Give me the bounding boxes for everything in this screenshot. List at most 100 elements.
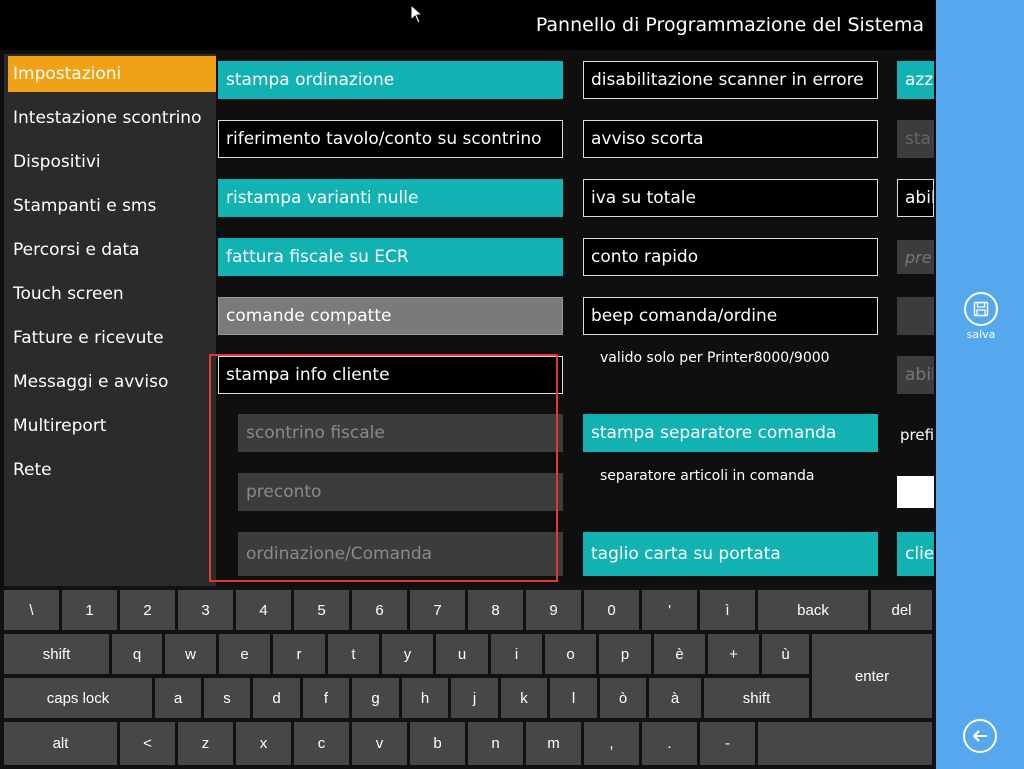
key-o[interactable]: o (545, 634, 596, 674)
key-w[interactable]: w (165, 634, 216, 674)
key-back[interactable]: back (758, 590, 868, 630)
sidebar-item-intestazione-scontrino[interactable]: Intestazione scontrino (8, 100, 216, 136)
key-d[interactable]: d (253, 678, 300, 718)
key-i[interactable]: i (491, 634, 542, 674)
key-r[interactable]: r (273, 634, 325, 674)
sidebar-item-percorsi-e-data[interactable]: Percorsi e data (8, 232, 216, 268)
key-k[interactable]: k (501, 678, 547, 718)
beep-note: valido solo per Printer8000/9000 (600, 350, 830, 366)
key-v[interactable]: v (352, 722, 407, 765)
toggle-col3-row5[interactable] (897, 297, 934, 335)
highlight-frame (209, 354, 558, 582)
key-apostrophe[interactable]: ' (642, 590, 697, 630)
key-6[interactable]: 6 (352, 590, 407, 630)
on-screen-keyboard: \ 1 2 3 4 5 6 7 8 9 0 ' ì back del shift… (0, 586, 936, 769)
key-period[interactable]: . (642, 722, 697, 765)
sidebar-item-stampanti-e-sms[interactable]: Stampanti e sms (8, 188, 216, 224)
key-e-grave[interactable]: è (654, 634, 705, 674)
key-5[interactable]: 5 (294, 590, 349, 630)
separatore-note: separatore articoli in comanda (600, 468, 815, 484)
key-u-grave[interactable]: ù (762, 634, 809, 674)
key-z[interactable]: z (178, 722, 233, 765)
toggle-iva-su-totale[interactable]: iva su totale (583, 179, 878, 217)
page-title: Pannello di Programmazione del Sistema (535, 14, 924, 36)
key-o-grave[interactable]: ò (600, 678, 646, 718)
key-c[interactable]: c (294, 722, 349, 765)
sidebar-item-multireport[interactable]: Multireport (8, 408, 216, 444)
input-col3-row8[interactable] (897, 476, 934, 508)
key-y[interactable]: y (382, 634, 433, 674)
key-space[interactable] (758, 722, 932, 765)
toggle-beep-comanda[interactable]: beep comanda/ordine (583, 297, 878, 335)
key-t[interactable]: t (328, 634, 379, 674)
key-2[interactable]: 2 (120, 590, 175, 630)
right-action-bar (936, 0, 1024, 769)
key-m[interactable]: m (526, 722, 581, 765)
key-7[interactable]: 7 (410, 590, 465, 630)
mouse-pointer-icon (410, 4, 424, 24)
app-window: Pannello di Programmazione del Sistema s… (0, 0, 1024, 769)
key-0[interactable]: 0 (584, 590, 639, 630)
toggle-stampa-ordinazione[interactable]: stampa ordinazione (218, 61, 563, 99)
header-bar: Pannello di Programmazione del Sistema (0, 0, 936, 50)
key-f[interactable]: f (303, 678, 349, 718)
key-backslash[interactable]: \ (4, 590, 59, 630)
sidebar-item-rete[interactable]: Rete (8, 452, 216, 488)
toggle-stampa-separatore[interactable]: stampa separatore comanda (583, 414, 878, 452)
toggle-avviso-scorta[interactable]: avviso scorta (583, 120, 878, 158)
toggle-col3-row3[interactable]: abil (897, 179, 934, 217)
sidebar-item-dispositivi[interactable]: Dispositivi (8, 144, 216, 180)
key-caps-lock[interactable]: caps lock (4, 678, 152, 718)
key-shift-left[interactable]: shift (4, 634, 109, 674)
key-3[interactable]: 3 (178, 590, 233, 630)
key-comma[interactable]: , (584, 722, 639, 765)
key-8[interactable]: 8 (468, 590, 523, 630)
key-j[interactable]: j (451, 678, 498, 718)
key-1[interactable]: 1 (62, 590, 117, 630)
toggle-comande-compatte[interactable]: comande compatte (218, 297, 563, 335)
key-q[interactable]: q (112, 634, 162, 674)
toggle-col3-row1[interactable]: azz (897, 61, 934, 99)
input-col3-row4[interactable]: pref (897, 240, 934, 274)
key-e[interactable]: e (219, 634, 270, 674)
toggle-col3-row6[interactable]: abil (897, 356, 934, 394)
sidebar-item-impostazioni[interactable]: Impostazioni (8, 56, 216, 92)
toggle-conto-rapido[interactable]: conto rapido (583, 238, 878, 276)
toggle-col3-row9[interactable]: clie (897, 532, 934, 576)
toggle-ristampa-varianti[interactable]: ristampa varianti nulle (218, 179, 563, 217)
key-n[interactable]: n (468, 722, 523, 765)
save-icon (964, 292, 998, 326)
toggle-col3-row2[interactable]: star (897, 120, 934, 158)
back-button[interactable] (963, 719, 997, 753)
toggle-riferimento-tavolo[interactable]: riferimento tavolo/conto su scontrino (218, 120, 563, 158)
key-b[interactable]: b (410, 722, 465, 765)
key-shift-right[interactable]: shift (704, 678, 809, 718)
toggle-fattura-fiscale[interactable]: fattura fiscale su ECR (218, 238, 563, 276)
key-a[interactable]: a (155, 678, 201, 718)
key-u[interactable]: u (436, 634, 488, 674)
key-s[interactable]: s (204, 678, 250, 718)
key-a-grave[interactable]: à (649, 678, 701, 718)
save-button[interactable]: salva (962, 292, 1000, 341)
key-9[interactable]: 9 (526, 590, 581, 630)
key-del[interactable]: del (871, 590, 932, 630)
save-label: salva (966, 328, 996, 341)
sidebar-item-touch-screen[interactable]: Touch screen (8, 276, 216, 312)
key-g[interactable]: g (352, 678, 399, 718)
key-enter[interactable]: enter (812, 634, 932, 718)
key-x[interactable]: x (236, 722, 291, 765)
key-minus[interactable]: - (700, 722, 755, 765)
sidebar: Impostazioni Intestazione scontrino Disp… (4, 54, 216, 586)
toggle-disabilitazione-scanner[interactable]: disabilitazione scanner in errore (583, 61, 878, 99)
key-plus[interactable]: + (708, 634, 759, 674)
key-4[interactable]: 4 (236, 590, 291, 630)
toggle-taglio-carta[interactable]: taglio carta su portata (583, 532, 878, 576)
key-p[interactable]: p (599, 634, 651, 674)
key-less-than[interactable]: < (120, 722, 175, 765)
sidebar-item-messaggi-e-avviso[interactable]: Messaggi e avviso (8, 364, 216, 400)
key-h[interactable]: h (402, 678, 448, 718)
key-i-grave[interactable]: ì (700, 590, 755, 630)
sidebar-item-fatture-e-ricevute[interactable]: Fatture e ricevute (8, 320, 216, 356)
key-alt[interactable]: alt (4, 722, 117, 765)
key-l[interactable]: l (550, 678, 597, 718)
